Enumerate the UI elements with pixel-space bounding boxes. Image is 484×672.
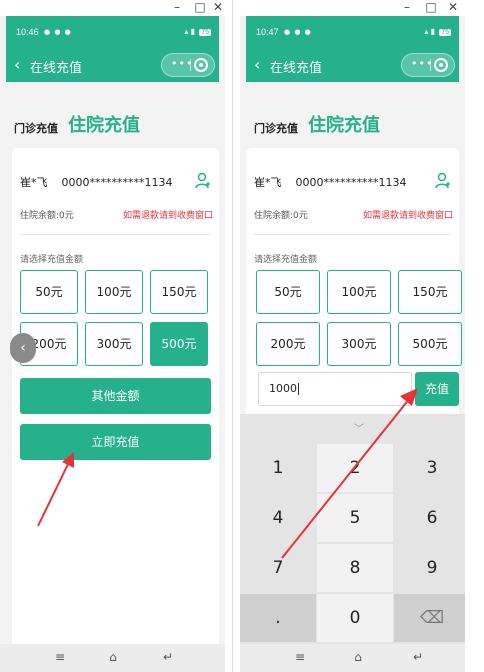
close-miniprogram-icon[interactable] bbox=[434, 58, 448, 72]
right-phone-panel: – □ ✕ 10:47 ● ● ● ▴ ▮ 75 ‹ 在线充值 ••• 门诊充值… bbox=[240, 0, 465, 672]
menu-icon[interactable]: ≡ bbox=[292, 650, 308, 664]
menu-icon[interactable]: ≡ bbox=[52, 650, 68, 664]
annotation-arrow bbox=[37, 452, 74, 527]
notification-icons: ● ● ● bbox=[284, 28, 312, 36]
other-amount-button[interactable]: 其他金额 bbox=[20, 378, 211, 414]
amount-option-selected[interactable]: 500元 bbox=[150, 322, 208, 366]
balance-text: 住院余额:0元 bbox=[254, 211, 308, 221]
amount-option[interactable]: 300元 bbox=[327, 322, 391, 366]
close-icon[interactable]: ✕ bbox=[211, 0, 225, 14]
balance-text: 住院余额:0元 bbox=[20, 211, 74, 221]
amount-option[interactable]: 150元 bbox=[398, 270, 462, 314]
floating-back-icon[interactable]: ‹ bbox=[10, 333, 36, 363]
switch-patient-icon[interactable] bbox=[435, 172, 451, 190]
tab-outpatient[interactable]: 门诊充值 bbox=[254, 120, 298, 136]
amount-option[interactable]: 150元 bbox=[150, 270, 208, 314]
status-time: 10:47 bbox=[256, 27, 279, 37]
refund-notice: 如需退款请到收费窗口 bbox=[362, 211, 453, 221]
patient-id: 0000**********1134 bbox=[295, 176, 407, 189]
home-icon[interactable]: ⌂ bbox=[105, 650, 121, 664]
close-icon[interactable]: ✕ bbox=[446, 0, 460, 14]
miniprogram-capsule: ••• bbox=[161, 53, 215, 77]
key-dot[interactable]: . bbox=[240, 594, 316, 642]
patient-name: 崔*飞 bbox=[20, 176, 48, 189]
status-bar: 10:47 ● ● ● ▴ ▮ 75 bbox=[246, 16, 459, 48]
tab-inpatient[interactable]: 住院充值 bbox=[308, 111, 380, 137]
status-bar: 10:46 ● ● ● ▴ ▮ 75 bbox=[6, 16, 219, 48]
annotation-arrow bbox=[281, 388, 418, 559]
status-time: 10:46 bbox=[16, 27, 39, 37]
back-icon[interactable]: ↵ bbox=[410, 650, 426, 664]
maximize-icon[interactable]: □ bbox=[193, 0, 207, 14]
minimize-icon[interactable]: – bbox=[170, 0, 184, 14]
nav-bar: ‹ 在线充值 ••• bbox=[246, 48, 459, 82]
amount-option[interactable]: 100元 bbox=[85, 270, 143, 314]
amount-prompt: 请选择充值金额 bbox=[20, 255, 84, 265]
battery-icon: 75 bbox=[199, 29, 211, 36]
patient-id: 0000**********1134 bbox=[61, 176, 173, 189]
left-phone-panel: – □ ✕ 10:46 ● ● ● ▴ ▮ 75 ‹ 在线充值 ••• 门诊充值… bbox=[0, 0, 225, 672]
window-controls: – □ ✕ bbox=[0, 0, 225, 16]
amount-option[interactable]: 100元 bbox=[327, 270, 391, 314]
recharge-card: 崔*飞 0000**********1134 住院余额:0元 如需退款请到收费窗… bbox=[12, 148, 219, 668]
back-icon[interactable]: ↵ bbox=[160, 650, 176, 664]
minimize-icon[interactable]: – bbox=[400, 0, 414, 14]
amount-option[interactable]: 500元 bbox=[398, 322, 462, 366]
chevron-left-icon[interactable]: ‹ bbox=[254, 55, 260, 74]
tab-outpatient[interactable]: 门诊充值 bbox=[14, 120, 58, 136]
system-nav-bar: ≡ ⌂ ↵ bbox=[240, 644, 465, 672]
chevron-left-icon[interactable]: ‹ bbox=[14, 55, 20, 74]
screenshot-root: – □ ✕ 10:46 ● ● ● ▴ ▮ 75 ‹ 在线充值 ••• 门诊充值… bbox=[0, 0, 484, 672]
divider bbox=[254, 234, 451, 235]
divider bbox=[20, 234, 211, 235]
battery-icon: 75 bbox=[439, 29, 451, 36]
backspace-icon[interactable]: ⌫ bbox=[394, 594, 465, 642]
amount-option[interactable]: 200元 bbox=[256, 322, 320, 366]
patient-name: 崔*飞 bbox=[254, 176, 282, 189]
page-title: 在线充值 bbox=[30, 61, 83, 76]
maximize-icon[interactable]: □ bbox=[424, 0, 438, 14]
page-title: 在线充值 bbox=[270, 61, 323, 76]
miniprogram-capsule: ••• bbox=[401, 53, 455, 77]
notification-icons: ● ● ● bbox=[44, 28, 72, 36]
window-controls: – □ ✕ bbox=[240, 0, 465, 16]
system-nav-bar: ≡ ⌂ ↵ bbox=[0, 644, 225, 672]
amount-option[interactable]: 50元 bbox=[20, 270, 78, 314]
key-0[interactable]: 0 bbox=[317, 594, 393, 642]
refund-notice: 如需退款请到收费窗口 bbox=[122, 211, 213, 221]
capsule-divider bbox=[430, 59, 431, 71]
amount-option[interactable]: 300元 bbox=[85, 322, 143, 366]
amount-prompt: 请选择充值金额 bbox=[254, 255, 318, 265]
nav-bar: ‹ 在线充值 ••• bbox=[6, 48, 219, 82]
home-icon[interactable]: ⌂ bbox=[350, 650, 366, 664]
tab-inpatient[interactable]: 住院充值 bbox=[68, 111, 140, 137]
panel-divider bbox=[232, 0, 233, 672]
switch-patient-icon[interactable] bbox=[195, 172, 211, 190]
patient-info: 崔*飞 0000**********1134 bbox=[20, 174, 173, 190]
status-right-icons: ▴ ▮ 75 bbox=[184, 27, 211, 36]
close-miniprogram-icon[interactable] bbox=[194, 58, 208, 72]
capsule-divider bbox=[190, 59, 191, 71]
status-right-icons: ▴ ▮ 75 bbox=[424, 27, 451, 36]
patient-info: 崔*飞 0000**********1134 bbox=[254, 174, 407, 190]
amount-option[interactable]: 50元 bbox=[256, 270, 320, 314]
